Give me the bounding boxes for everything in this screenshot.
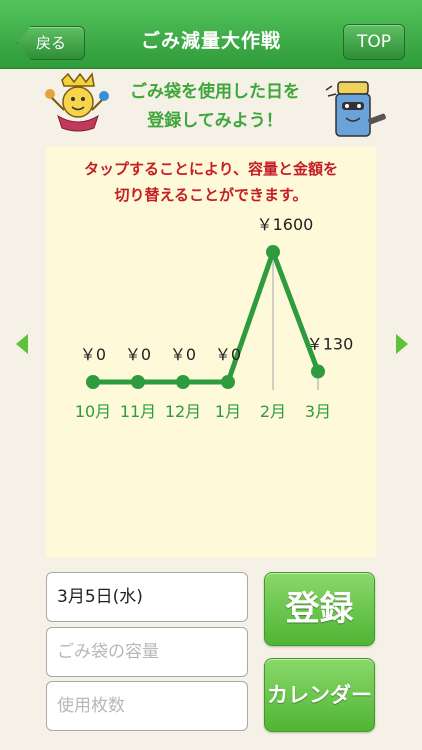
month-label: 3月 xyxy=(305,402,331,421)
bag-capacity-input[interactable]: ごみ袋の容量 xyxy=(46,627,248,677)
month-label: 12月 xyxy=(165,402,201,421)
trash-mascot-icon xyxy=(325,81,386,137)
date-field[interactable]: 3月5日(水) xyxy=(46,572,248,622)
data-label: ￥0 xyxy=(125,345,151,364)
data-point[interactable] xyxy=(131,375,145,389)
data-label: ￥0 xyxy=(215,345,241,364)
back-button[interactable]: 戻る xyxy=(17,26,85,60)
banner-line-2: 登録してみよう！ xyxy=(147,111,283,131)
month-label: 10月 xyxy=(75,402,111,421)
data-point[interactable] xyxy=(86,375,100,389)
data-label: ￥0 xyxy=(80,345,106,364)
month-label: 2月 xyxy=(260,402,286,421)
data-point[interactable] xyxy=(176,375,190,389)
previous-arrow-icon[interactable] xyxy=(14,332,30,356)
instruction-banner: ごみ袋を使用した日を 登録してみよう！ xyxy=(110,78,320,136)
data-point[interactable] xyxy=(311,364,325,379)
bag-count-input[interactable]: 使用枚数 xyxy=(46,681,248,731)
top-button[interactable]: TOP xyxy=(343,24,405,60)
banner-line-1: ごみ袋を使用した日を xyxy=(130,82,300,102)
data-label: ￥1600 xyxy=(257,215,314,234)
usage-chart-panel[interactable]: タップすることにより、容量と金額を 切り替えることができます。 ￥0 10月 ￥0 1… xyxy=(46,146,376,558)
register-button[interactable]: 登録 xyxy=(264,572,375,646)
calendar-button[interactable]: カレンダー xyxy=(264,658,375,732)
next-arrow-icon[interactable] xyxy=(394,332,410,356)
data-label: ￥0 xyxy=(170,345,196,364)
month-label: 1月 xyxy=(215,402,241,421)
data-point[interactable] xyxy=(221,375,235,389)
month-label: 11月 xyxy=(120,402,156,421)
data-label: ￥130 xyxy=(307,334,354,353)
data-point[interactable] xyxy=(266,245,280,259)
navigation-bar: ごみ減量大作戦 戻る TOP xyxy=(0,0,422,69)
crown-mascot-icon xyxy=(45,72,109,132)
monthly-cost-chart[interactable]: ￥0 10月 ￥0 11月 ￥0 12月 ￥0 1月 ￥1600 2月 ￥130 3月 xyxy=(46,146,376,558)
